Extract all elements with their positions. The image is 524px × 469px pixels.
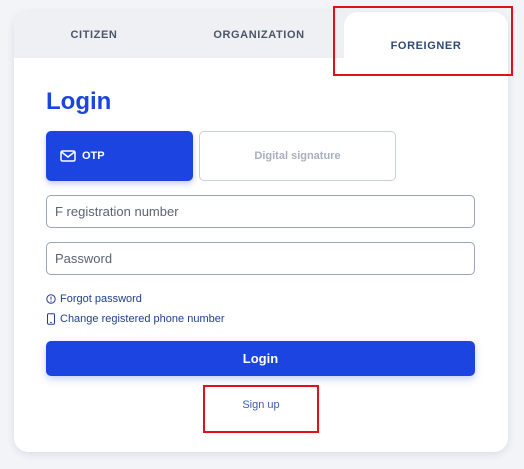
otp-method-label: OTP <box>82 150 105 162</box>
change-phone-label: Change registered phone number <box>60 313 225 325</box>
digital-signature-method-button[interactable]: Digital signature <box>199 131 396 181</box>
tab-foreigner-label: FOREIGNER <box>390 40 462 52</box>
digital-signature-label: Digital signature <box>254 150 341 162</box>
phone-icon <box>46 313 56 325</box>
password-input[interactable] <box>46 242 475 275</box>
otp-method-button[interactable]: OTP <box>46 131 193 181</box>
user-type-tabs: CITIZEN ORGANIZATION FOREIGNER <box>14 12 508 70</box>
forgot-password-label: Forgot password <box>60 293 142 305</box>
change-phone-link[interactable]: Change registered phone number <box>46 313 225 325</box>
info-icon <box>46 294 56 304</box>
mail-icon <box>60 150 76 162</box>
tab-foreigner[interactable]: FOREIGNER <box>344 12 508 70</box>
login-card: CITIZEN ORGANIZATION FOREIGNER Login OTP… <box>14 12 508 452</box>
signup-link[interactable]: Sign up <box>14 399 508 411</box>
registration-number-input[interactable] <box>46 195 475 228</box>
tab-citizen[interactable]: CITIZEN <box>14 12 174 58</box>
tab-organization[interactable]: ORGANIZATION <box>174 12 344 58</box>
page-title: Login <box>46 88 112 115</box>
page-background: CITIZEN ORGANIZATION FOREIGNER Login OTP… <box>0 0 524 469</box>
forgot-password-link[interactable]: Forgot password <box>46 293 142 305</box>
login-button[interactable]: Login <box>46 341 475 376</box>
